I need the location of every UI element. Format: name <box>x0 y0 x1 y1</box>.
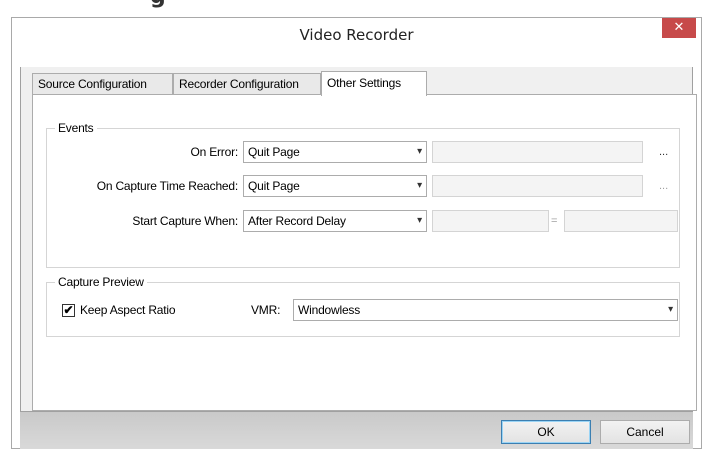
start-capture-field-1 <box>432 210 549 232</box>
on-capture-time-browse-button[interactable]: ... <box>659 180 668 192</box>
other-settings-panel: Events On Error: Quit Page ▾ ... On Capt… <box>32 94 697 411</box>
vmr-value: Windowless <box>298 303 361 317</box>
start-capture-label: Start Capture When: <box>132 214 238 228</box>
on-error-select[interactable]: Quit Page ▾ <box>243 141 427 163</box>
close-button[interactable]: ✕ <box>662 18 696 38</box>
chevron-down-icon: ▾ <box>417 180 422 191</box>
on-capture-time-label: On Capture Time Reached: <box>96 179 238 193</box>
ok-button[interactable]: OK <box>501 420 591 444</box>
on-capture-time-value: Quit Page <box>248 179 300 193</box>
capture-preview-group-label: Capture Preview <box>55 275 147 289</box>
start-capture-select[interactable]: After Record Delay ▾ <box>243 210 427 232</box>
tab-other-settings[interactable]: Other Settings <box>321 71 427 96</box>
events-group-label: Events <box>55 121 97 135</box>
on-error-target-field <box>432 141 643 163</box>
button-bar: OK Cancel <box>20 412 693 449</box>
close-icon: ✕ <box>673 20 685 35</box>
on-capture-time-select[interactable]: Quit Page ▾ <box>243 175 427 197</box>
vmr-label: VMR: <box>251 303 281 317</box>
chevron-down-icon: ▾ <box>417 215 422 226</box>
on-capture-time-target-field <box>432 175 643 197</box>
on-error-browse-button[interactable]: ... <box>659 146 668 158</box>
start-capture-value: After Record Delay <box>248 214 346 228</box>
video-recorder-dialog: Video Recorder ✕ Source Configuration Re… <box>11 17 702 449</box>
start-capture-field-2 <box>564 210 678 232</box>
tab-source-configuration[interactable]: Source Configuration <box>32 73 173 94</box>
vmr-select[interactable]: Windowless ▾ <box>293 299 678 321</box>
equals-sign: = <box>551 215 558 227</box>
events-group: Events On Error: Quit Page ▾ ... On Capt… <box>46 121 680 268</box>
chevron-down-icon: ▾ <box>417 146 422 157</box>
capture-preview-group: Capture Preview ✔ Keep Aspect Ratio VMR:… <box>46 275 680 337</box>
background-text-fragment: g <box>150 0 190 8</box>
cancel-button[interactable]: Cancel <box>600 420 690 444</box>
chevron-down-icon: ▾ <box>668 304 673 315</box>
on-error-value: Quit Page <box>248 145 300 159</box>
check-icon: ✔ <box>63 303 74 317</box>
window-title: Video Recorder <box>299 26 414 44</box>
keep-aspect-ratio-label: Keep Aspect Ratio <box>80 303 176 317</box>
on-error-label: On Error: <box>190 145 238 159</box>
tab-recorder-configuration[interactable]: Recorder Configuration <box>173 73 321 94</box>
keep-aspect-ratio-checkbox[interactable]: ✔ <box>62 304 75 317</box>
